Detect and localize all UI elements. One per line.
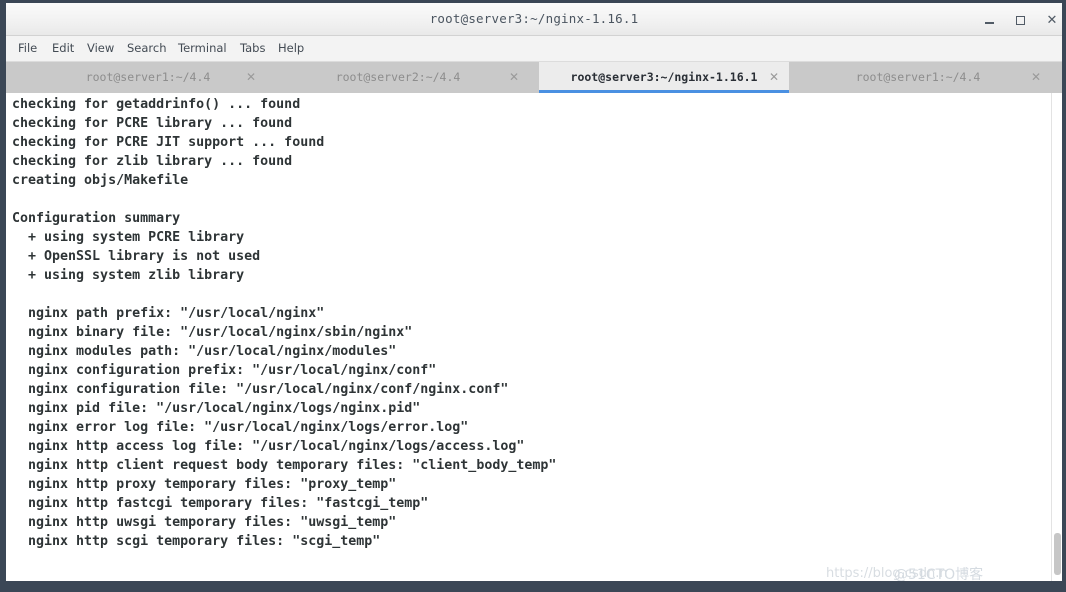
minimize-icon[interactable]	[980, 11, 998, 29]
terminal-tab-4[interactable]: root@server1:~/4.4	[793, 62, 1043, 93]
tab-label: root@server1:~/4.4	[85, 70, 211, 84]
title-bar: root@server3:~/nginx-1.16.1 ✕	[6, 3, 1062, 36]
window-title: root@server3:~/nginx-1.16.1	[429, 11, 639, 26]
menu-bar: File Edit View Search Terminal Tabs Help	[6, 36, 1062, 62]
tab-close-icon-2[interactable]: ✕	[509, 70, 519, 84]
window-bottom-frame	[0, 581, 1066, 592]
terminal-tab-2[interactable]: root@server2:~/4.4	[273, 62, 523, 93]
terminal-window: root@server3:~/nginx-1.16.1 ✕ File Edit Vi…	[0, 0, 1066, 592]
menu-item-edit[interactable]: Edit	[52, 41, 74, 55]
menu-item-help[interactable]: Help	[278, 41, 304, 55]
scrollbar-thumb[interactable]	[1054, 533, 1061, 575]
tab-close-icon-1[interactable]: ✕	[246, 70, 256, 84]
menu-item-terminal[interactable]: Terminal	[178, 41, 227, 55]
tab-label: root@server2:~/4.4	[335, 70, 461, 84]
maximize-glyph	[1015, 16, 1025, 25]
menu-item-tabs[interactable]: Tabs	[240, 41, 265, 55]
vertical-scrollbar[interactable]	[1051, 93, 1062, 581]
menu-item-search[interactable]: Search	[127, 41, 167, 55]
tab-label: root@server1:~/4.4	[855, 70, 981, 84]
menu-item-file[interactable]: File	[18, 41, 37, 55]
terminal-tab-1[interactable]: root@server1:~/4.4	[23, 62, 273, 93]
tab-close-icon-4[interactable]: ✕	[1031, 70, 1041, 84]
tab-close-icon-3[interactable]: ✕	[769, 70, 779, 84]
tab-bar: root@server1:~/4.4 ✕ root@server2:~/4.4 ✕ ro…	[6, 62, 1062, 93]
terminal-output-area[interactable]: checking for getaddrinfo() ... found che…	[6, 93, 1051, 581]
maximize-icon[interactable]	[1011, 11, 1029, 29]
terminal-tab-3[interactable]: root@server3:~/nginx-1.16.1	[539, 62, 789, 93]
minimize-glyph	[984, 22, 994, 24]
menu-item-view[interactable]: View	[87, 41, 114, 55]
tab-label: root@server3:~/nginx-1.16.1	[570, 70, 758, 84]
close-icon[interactable]: ✕	[1043, 11, 1061, 29]
terminal-output-text: checking for getaddrinfo() ... found che…	[12, 97, 557, 549]
